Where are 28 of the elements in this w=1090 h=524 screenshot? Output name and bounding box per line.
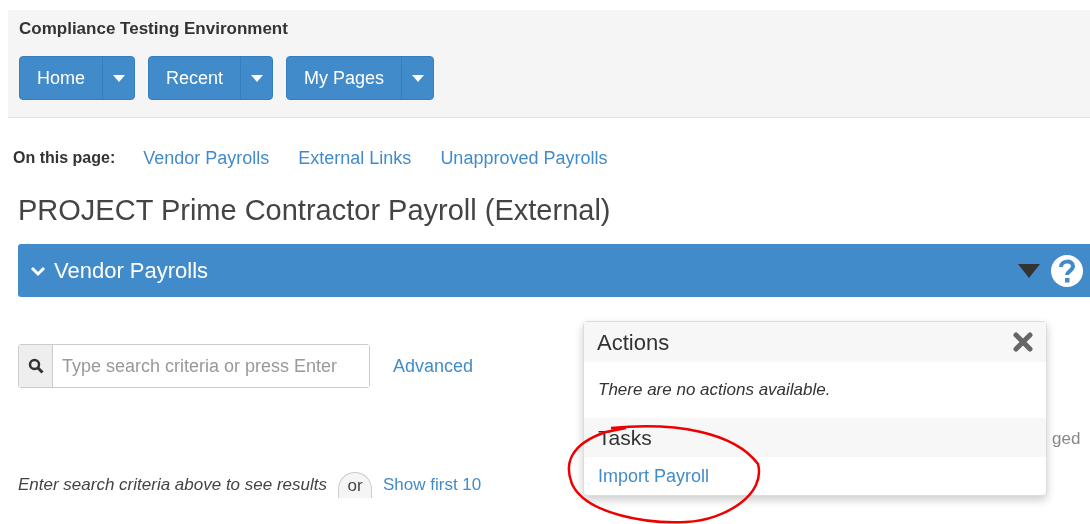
caret-icon [250,74,263,82]
section-header-bar[interactable]: Vendor Payrolls [18,244,1090,297]
page-title: PROJECT Prime Contractor Payroll (External) [18,193,612,228]
advanced-link[interactable]: Advanced [393,352,474,380]
dropdown-caret-icon[interactable] [1018,263,1040,278]
or-separator: or [338,472,372,498]
page-anchor-link[interactable]: Vendor Payrolls [143,146,270,170]
dropdown-toggle[interactable] [401,57,434,99]
search-field[interactable]: Type search criteria or press Enter [18,344,370,388]
search-icon [27,358,44,374]
page-anchor-link[interactable]: External Links [298,146,412,170]
partially-hidden-text: ged [1052,428,1081,450]
page-anchor-link[interactable]: Unapproved Payrolls [440,146,608,170]
show-first-link[interactable]: Show first 10 [383,472,482,498]
caret-icon [112,74,125,82]
dropdown-toggle[interactable] [240,57,273,99]
tasks-heading: Tasks [598,424,652,451]
results-hint: Enter search criteria above to see results [18,474,327,497]
help-icon[interactable] [1050,253,1084,288]
no-actions-message: There are no actions available. [598,379,831,402]
task-link[interactable]: Import Payroll [598,463,1032,489]
on-this-page-label: On this page: [13,148,116,168]
close-icon[interactable] [1013,332,1033,352]
caret-icon [411,74,424,82]
environment-title: Compliance Testing Environment [19,18,289,40]
section-title: Vendor Payrolls [54,257,209,285]
popover-title: Actions [597,328,670,357]
dropdown-toggle[interactable] [102,57,134,99]
